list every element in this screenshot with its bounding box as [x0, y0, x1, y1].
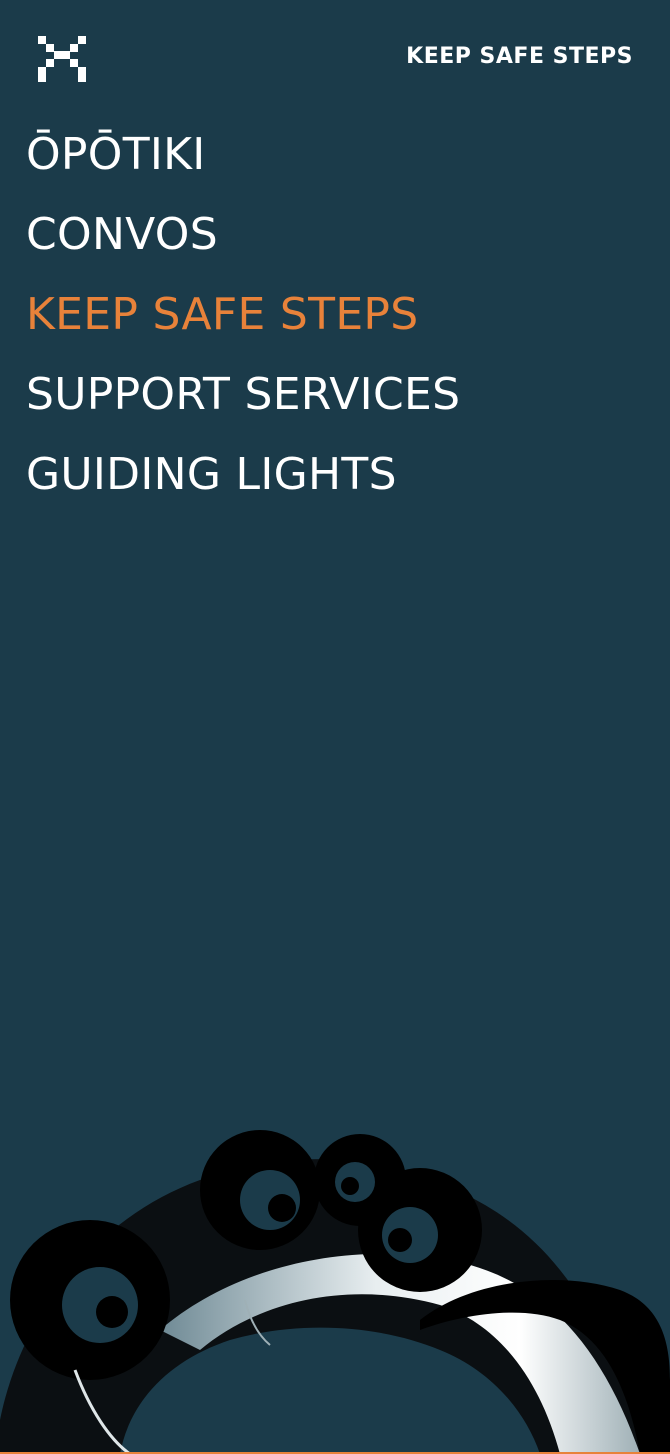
menu-screen: KEEP SAFE STEPS ŌPŌTIKI CONVOS KEEP SAFE…	[0, 0, 670, 1454]
nav-item-guiding-lights[interactable]: GUIDING LIGHTS	[26, 435, 460, 515]
nav-item-opotiki[interactable]: ŌPŌTIKI	[26, 115, 460, 195]
main-nav-menu: ŌPŌTIKI CONVOS KEEP SAFE STEPS SUPPORT S…	[26, 115, 460, 515]
close-menu-button[interactable]	[38, 36, 86, 82]
nav-item-support-services[interactable]: SUPPORT SERVICES	[26, 355, 460, 435]
koru-artwork	[0, 1130, 670, 1454]
brand-title[interactable]: KEEP SAFE STEPS	[406, 44, 633, 69]
close-icon	[38, 36, 86, 82]
nav-item-convos[interactable]: CONVOS	[26, 195, 460, 275]
nav-item-keep-safe-steps[interactable]: KEEP SAFE STEPS	[26, 275, 460, 355]
